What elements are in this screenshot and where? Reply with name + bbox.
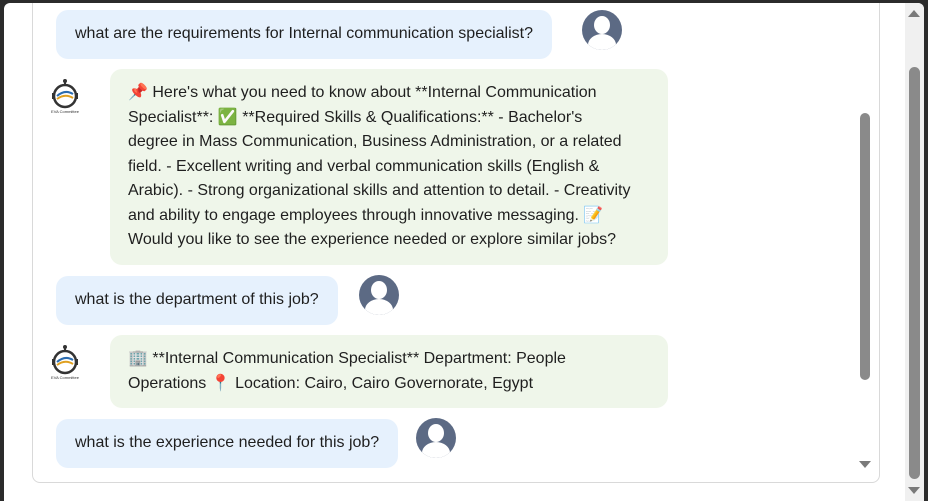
user-message-text: what is the experience needed for this j… xyxy=(75,434,380,452)
bot-line: 🏢 **Internal Communication Specialist** … xyxy=(128,350,566,367)
robot-icon: EVA Committee xyxy=(48,345,82,380)
bot-line: 📌 Here's what you need to know about **I… xyxy=(128,84,597,101)
scroll-up-icon[interactable] xyxy=(908,10,920,17)
chat-scroll-down-icon[interactable] xyxy=(859,461,871,468)
bot-line: degree in Mass Communication, Business A… xyxy=(128,133,622,150)
robot-icon: EVA Committee xyxy=(48,79,82,114)
page-scrollbar-thumb[interactable] xyxy=(909,67,920,479)
user-message: what are the requirements for Internal c… xyxy=(56,10,552,59)
bot-line: Operations 📍 Location: Cairo, Cairo Gove… xyxy=(128,374,534,392)
user-message: what is the experience needed for this j… xyxy=(56,419,399,468)
user-message-text: what are the requirements for Internal c… xyxy=(75,25,533,43)
bot-caption: EVA Committee xyxy=(51,375,79,380)
user-message-text: what is the department of this job? xyxy=(75,291,319,309)
page-scrollbar[interactable] xyxy=(905,3,924,501)
scroll-down-icon[interactable] xyxy=(908,487,920,494)
bot-message: 📌 Here's what you need to know about **I… xyxy=(110,69,668,265)
bot-line: field. - Excellent writing and verbal co… xyxy=(128,157,600,175)
bot-message: 🏢 **Internal Communication Specialist** … xyxy=(110,335,668,408)
user-avatar-icon xyxy=(582,10,622,50)
user-message: what is the department of this job? xyxy=(56,276,338,325)
bot-line: Would you like to see the experience nee… xyxy=(128,231,616,248)
user-avatar-icon xyxy=(359,275,399,315)
bot-caption: EVA Committee xyxy=(51,109,79,114)
bot-line: and ability to engage employees through … xyxy=(128,206,604,224)
chat-window: what are the requirements for Internal c… xyxy=(4,3,924,501)
chat-scrollbar-thumb[interactable] xyxy=(860,113,870,380)
user-avatar-icon xyxy=(416,418,456,458)
bot-line: Specialist**: ✅ **Required Skills & Qual… xyxy=(128,108,583,126)
bot-line: Arabic). - Strong organizational skills … xyxy=(128,182,631,199)
